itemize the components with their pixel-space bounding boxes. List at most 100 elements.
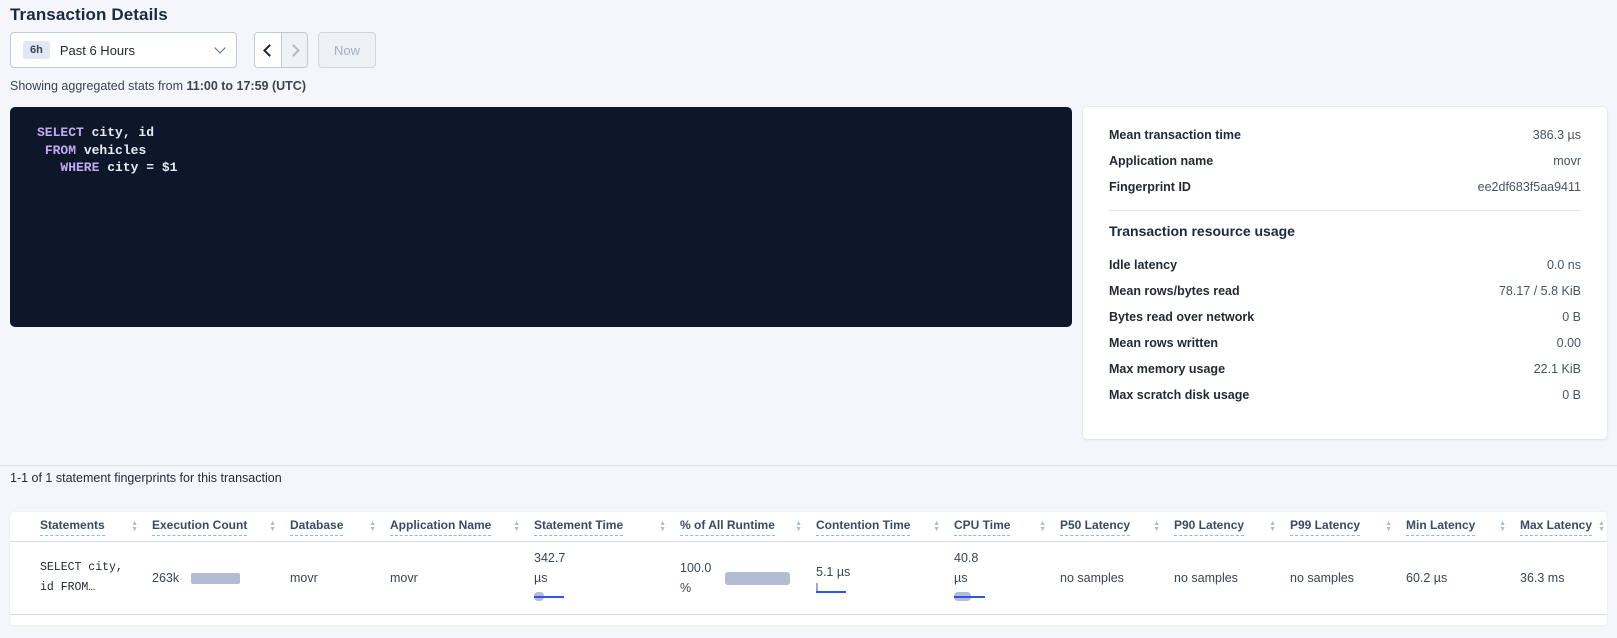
sort-icon[interactable]: ▲▼ [1385, 521, 1392, 532]
prev-time-button[interactable] [255, 33, 281, 67]
column-header-p99-latency[interactable]: P99 Latency ▲▼ [1290, 518, 1406, 536]
sort-icon[interactable]: ▲▼ [1153, 521, 1160, 532]
cell-p50-latency: no samples [1060, 542, 1174, 614]
sort-icon[interactable]: ▲▼ [369, 521, 376, 532]
cell-database: movr [290, 542, 390, 614]
time-step-buttons [254, 32, 308, 68]
summary-row-label: Application name [1109, 154, 1213, 168]
chevron-right-icon [287, 44, 300, 57]
cell-p90-latency: no samples [1174, 542, 1290, 614]
subtitle-time-range: 11:00 to 17:59 (UTC) [187, 79, 306, 93]
usage-row-value: 0.0 ns [1547, 258, 1581, 272]
time-range-dropdown[interactable]: 6h Past 6 Hours [10, 32, 237, 68]
cell-min-latency: 60.2 µs [1406, 542, 1520, 614]
column-header-p90-latency[interactable]: P90 Latency ▲▼ [1174, 518, 1290, 536]
cell-statement-time: 342.7 µs [534, 542, 680, 614]
column-header-p50-latency[interactable]: P50 Latency ▲▼ [1060, 518, 1174, 536]
column-header-max-latency[interactable]: Max Latency▲▼ [1520, 518, 1617, 536]
sort-icon[interactable]: ▲▼ [1598, 521, 1605, 532]
time-controls: 6h Past 6 Hours Now [10, 32, 376, 68]
cpu-time-bar [954, 592, 985, 602]
cell-application-name: movr [390, 542, 534, 614]
column-header-of-all-runtime[interactable]: % of All Runtime ▲▼ [680, 518, 816, 536]
column-label: Statements [40, 518, 105, 536]
cell-cpu-time: 40.8 µs [954, 542, 1060, 614]
column-label: P50 Latency [1060, 518, 1130, 536]
sort-icon[interactable]: ▲▼ [795, 521, 802, 532]
summary-row-value: ee2df683f5aa9411 [1478, 180, 1581, 194]
column-header-execution-count[interactable]: Execution Count ▲▼ [152, 518, 290, 536]
column-label: Statement Time [534, 518, 623, 536]
summary-row-value: movr [1553, 154, 1581, 168]
transaction-details-page: Transaction Details 6h Past 6 Hours Now … [0, 0, 1617, 638]
usage-row-label: Max scratch disk usage [1109, 388, 1249, 402]
usage-row-value: 78.17 / 5.8 KiB [1499, 284, 1581, 298]
column-header-statements[interactable]: Statements ▲▼ [40, 518, 152, 536]
next-time-button[interactable] [281, 33, 307, 67]
aggregated-stats-subtitle: Showing aggregated stats from 11:00 to 1… [10, 79, 306, 93]
column-header-contention-time[interactable]: Contention Time ▲▼ [816, 518, 954, 536]
usage-row: Max memory usage22.1 KiB [1109, 356, 1581, 382]
usage-row: Bytes read over network 0 B [1109, 304, 1581, 330]
summary-rows: Mean transaction time386.3 µsApplication… [1109, 122, 1581, 200]
cell-pct-runtime: 100.0 % [680, 542, 816, 614]
column-label: P99 Latency [1290, 518, 1360, 536]
sql-query-text: SELECT city, id FROM vehicles WHERE city… [10, 107, 1072, 177]
resource-usage-title: Transaction resource usage [1109, 223, 1581, 239]
column-label: P90 Latency [1174, 518, 1244, 536]
usage-row: Idle latency0.0 ns [1109, 252, 1581, 278]
usage-row: Max scratch disk usage 0 B [1109, 382, 1581, 408]
summary-divider [1109, 210, 1581, 211]
subtitle-prefix: Showing aggregated stats from [10, 79, 187, 93]
statement-time-bar [534, 592, 564, 602]
statement-text-line1: SELECT city, [40, 558, 123, 578]
now-button[interactable]: Now [318, 32, 376, 68]
cpu-time-unit: µs [954, 568, 967, 588]
time-range-badge: 6h [23, 41, 50, 59]
contention-time-bar [816, 583, 846, 593]
summary-row-label: Fingerprint ID [1109, 180, 1191, 194]
sort-icon[interactable]: ▲▼ [1499, 521, 1506, 532]
usage-row-value: 0 B [1562, 310, 1581, 324]
cell-max-latency: 36.3 ms [1520, 542, 1607, 614]
column-header-min-latency[interactable]: Min Latency ▲▼ [1406, 518, 1520, 536]
column-label: Contention Time [816, 518, 910, 536]
cell-execution-count: 263k [152, 542, 290, 614]
sort-icon[interactable]: ▲▼ [933, 521, 940, 532]
contention-time-value: 5.1 µs [816, 563, 850, 581]
usage-row-label: Mean rows written [1109, 336, 1218, 350]
execution-count-value: 263k [152, 571, 179, 585]
sort-icon[interactable]: ▲▼ [1039, 521, 1046, 532]
page-title: Transaction Details [10, 5, 168, 25]
column-label: % of All Runtime [680, 518, 775, 536]
time-range-label: Past 6 Hours [60, 43, 135, 58]
sort-icon[interactable]: ▲▼ [269, 521, 276, 532]
sort-icon[interactable]: ▲▼ [513, 521, 520, 532]
column-header-application-name[interactable]: Application Name ▲▼ [390, 518, 534, 536]
statement-count-text: 1-1 of 1 statement fingerprints for this… [10, 471, 282, 485]
section-divider [0, 465, 1617, 466]
transaction-summary-card: Mean transaction time386.3 µsApplication… [1083, 107, 1607, 439]
column-header-cpu-time[interactable]: CPU Time▲▼ [954, 518, 1060, 536]
statement-text-line2: id FROM… [40, 578, 95, 598]
sort-icon[interactable]: ▲▼ [131, 521, 138, 532]
execution-count-bar [191, 573, 240, 584]
usage-row: Mean rows written 0.00 [1109, 330, 1581, 356]
sort-icon[interactable]: ▲▼ [659, 521, 666, 532]
statement-time-value: 342.7 [534, 548, 565, 568]
column-label: Min Latency [1406, 518, 1475, 536]
chevron-left-icon [263, 44, 276, 57]
column-header-statement-time[interactable]: Statement Time ▲▼ [534, 518, 680, 536]
usage-row-label: Bytes read over network [1109, 310, 1254, 324]
column-header-database[interactable]: Database▲▼ [290, 518, 390, 536]
cpu-time-value: 40.8 [954, 548, 978, 568]
column-label: Application Name [390, 518, 491, 536]
pct-runtime-unit: % [680, 578, 711, 598]
usage-row-value: 0 B [1562, 388, 1581, 402]
sort-icon[interactable]: ▲▼ [1269, 521, 1276, 532]
usage-row-value: 0.00 [1557, 336, 1581, 350]
statement-link[interactable]: SELECT city, id FROM… [40, 542, 152, 614]
column-label: Execution Count [152, 518, 247, 536]
usage-row: Mean rows/bytes read78.17 / 5.8 KiB [1109, 278, 1581, 304]
sql-statement-box: SELECT city, id FROM vehicles WHERE city… [10, 107, 1072, 327]
